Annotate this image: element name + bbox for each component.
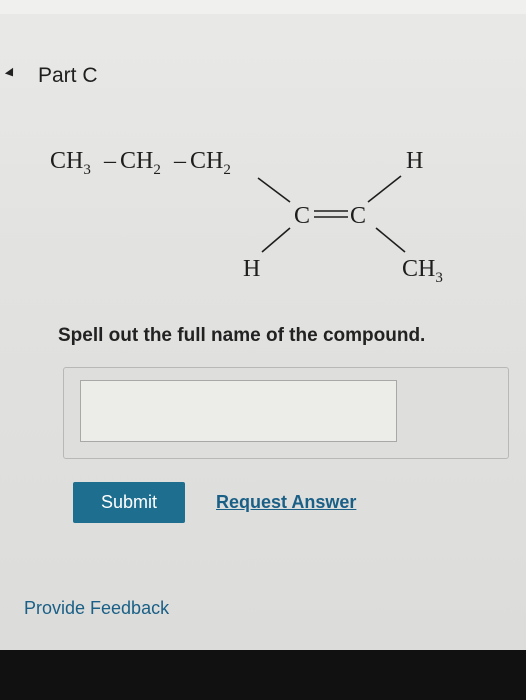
ch2-group-2: CH2 xyxy=(190,148,231,178)
h-atom-top: H xyxy=(406,148,423,174)
structural-formula: CH3 – CH2 – CH2 H C C H CH3 xyxy=(50,148,443,286)
submit-button[interactable]: Submit xyxy=(73,482,185,523)
answer-panel xyxy=(63,367,509,459)
bond-c1-to-h-bottom xyxy=(261,227,291,253)
answer-input[interactable] xyxy=(80,380,397,442)
ch2-group-1: CH2 xyxy=(120,148,161,178)
provide-feedback-link[interactable]: Provide Feedback xyxy=(24,598,169,619)
carbon-left: C xyxy=(294,203,310,229)
bond-c2-to-h-top xyxy=(367,175,402,203)
bond-c2-to-ch3 xyxy=(375,227,406,253)
h-atom-bottom: H xyxy=(243,256,260,282)
top-strip xyxy=(0,0,526,14)
request-answer-link[interactable]: Request Answer xyxy=(216,492,356,513)
bond-dash-1: – xyxy=(103,148,117,174)
bond-dash-2: – xyxy=(173,148,187,174)
bottom-bar xyxy=(0,650,526,700)
question-text: Spell out the full name of the compound. xyxy=(58,325,426,346)
carbon-right: C xyxy=(350,203,366,229)
ch3-group-bottom: CH3 xyxy=(402,256,443,286)
bond-chain-to-c1 xyxy=(257,177,291,203)
part-title: Part C xyxy=(38,64,98,87)
ch3-group: CH3 xyxy=(50,148,91,178)
